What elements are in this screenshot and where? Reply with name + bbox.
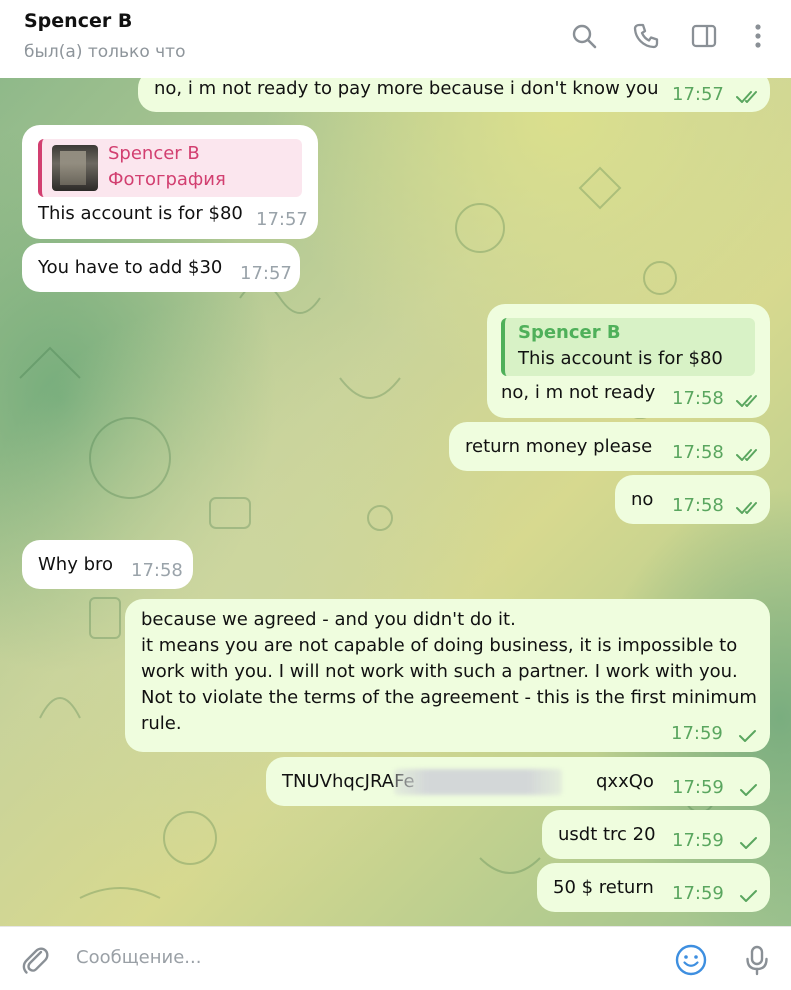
message-outgoing[interactable]: 50 $ return 17:59 [537,863,770,912]
message-text: usdt trc 20 [558,824,656,845]
message-text: because we agreed - and you didn't do it… [141,609,757,734]
message-composer: Сообщение... [0,926,791,990]
search-icon[interactable] [570,22,598,50]
message-outgoing[interactable]: usdt trc 20 17:59 [542,810,770,859]
message-text: no, i m not ready [501,382,656,403]
more-icon[interactable] [744,22,772,50]
message-time: 17:59 [672,830,724,851]
message-time: 17:58 [131,560,183,581]
chat-area[interactable]: no, i m not ready to pay more because i … [0,78,791,926]
message-time: 17:58 [672,388,724,409]
attach-icon[interactable] [18,943,52,977]
message-time: 17:59 [672,777,724,798]
chat-header: Spencer B был(а) только что [0,0,791,78]
message-outgoing[interactable]: Spencer B This account is for $80 no, i … [487,304,770,418]
message-incoming[interactable]: You have to add $30 17:57 [22,243,300,292]
message-text: no, i m not ready to pay more because i … [154,78,659,99]
message-time: 17:58 [672,442,724,463]
reply-preview[interactable]: Spencer B This account is for $80 [501,318,755,376]
message-incoming[interactable]: Spencer B Фотография This account is for… [22,125,318,239]
check-icon [739,730,756,742]
message-outgoing[interactable]: return money please 17:58 [449,422,770,471]
check-icon [740,784,757,796]
reply-author: Spencer B [518,322,621,343]
microphone-icon[interactable] [740,943,774,977]
phone-icon[interactable] [632,22,660,50]
message-time: 17:57 [672,84,724,105]
double-check-icon [736,502,757,514]
message-outgoing[interactable]: no, i m not ready to pay more because i … [138,78,770,112]
message-text: 50 $ return [553,877,654,898]
wallet-address-end: qxxQo [596,771,654,792]
message-text: You have to add $30 [38,257,223,278]
message-time: 17:58 [672,495,724,516]
redacted-text [394,769,562,795]
message-outgoing[interactable]: no 17:58 [615,475,770,524]
message-time: 17:57 [256,209,308,230]
message-text: return money please [465,436,653,457]
message-input[interactable]: Сообщение... [76,947,201,968]
double-check-icon [736,395,757,407]
message-text: no [631,489,654,510]
message-text: Why bro [38,554,114,575]
emoji-icon[interactable] [674,943,708,977]
reply-preview[interactable]: Spencer B Фотография [38,139,302,197]
check-icon [740,890,757,902]
reply-preview-text: Фотография [108,169,226,190]
message-time: 17:57 [240,263,292,284]
message-time: 17:59 [671,723,723,744]
check-icon [740,837,757,849]
message-outgoing[interactable]: because we agreed - and you didn't do it… [125,599,770,752]
message-time: 17:59 [672,883,724,904]
reply-author: Spencer B [108,143,200,164]
chat-title[interactable]: Spencer B [24,10,132,32]
double-check-icon [736,91,757,103]
message-outgoing[interactable]: TNUVhqcJRAFe qxxQo 17:59 [266,757,770,806]
double-check-icon [736,449,757,461]
sidebar-icon[interactable] [690,22,718,50]
chat-status: был(а) только что [24,42,186,62]
message-text: This account is for $80 [38,203,243,224]
message-incoming[interactable]: Why bro 17:58 [22,540,193,589]
reply-preview-text: This account is for $80 [518,348,723,369]
photo-thumbnail [52,145,98,191]
